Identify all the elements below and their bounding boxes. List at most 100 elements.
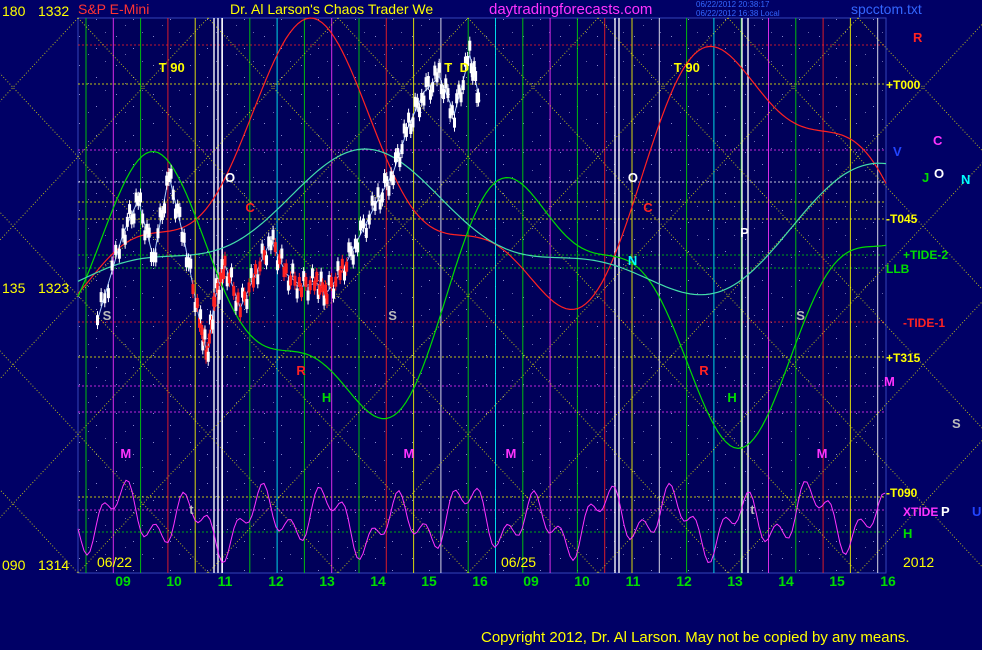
- margin-letter: V: [893, 144, 902, 159]
- margin-letter: N: [961, 172, 970, 187]
- price-bar-body: [385, 176, 389, 187]
- price-bar-body: [295, 288, 299, 299]
- marker-letter: T 90: [159, 60, 185, 75]
- price-bar-body: [411, 117, 415, 128]
- chaos-trader-chart: T 90 T 90T DO OC CR RH HS S SM M M MNPt t 09 10 11 12 13…: [0, 0, 982, 650]
- price-bar-body: [407, 112, 411, 123]
- price-bar-body: [361, 218, 365, 229]
- price-bar-body: [110, 260, 114, 271]
- margin-letter: H: [903, 526, 912, 541]
- price-bar-body: [156, 228, 160, 239]
- x-tick-label: 15: [829, 573, 845, 589]
- price-bar-body: [291, 263, 295, 274]
- bottom-y-label: 090: [2, 557, 26, 573]
- marker-letter: T: [444, 60, 452, 75]
- price-bar-body: [345, 261, 349, 272]
- price-bar-body: [195, 297, 199, 308]
- price-bar-body: [387, 185, 391, 196]
- margin-letter: J: [922, 170, 929, 185]
- price-bar-body: [189, 258, 193, 269]
- margin-letter: U: [972, 504, 981, 519]
- price-bar-body: [103, 293, 107, 304]
- date-right: 06/25: [501, 554, 536, 570]
- price-bar-body: [125, 216, 129, 227]
- price-bar-body: [147, 227, 151, 238]
- marker-letter: M: [506, 446, 517, 461]
- x-tick-label: 10: [166, 573, 182, 589]
- marker-letter: H: [727, 390, 736, 405]
- price-bar-body: [178, 206, 182, 217]
- price-bar-body: [297, 276, 301, 287]
- price-bar-body: [256, 274, 260, 285]
- plot-stars: [78, 18, 886, 573]
- price-bar-body: [334, 276, 338, 287]
- price-bar-body: [364, 227, 368, 238]
- marker-letter: R: [296, 363, 306, 378]
- marker-letter: C: [245, 200, 255, 215]
- chart-title: Dr. Al Larson's Chaos Trader We: [230, 1, 434, 17]
- price-bar-body: [251, 277, 255, 288]
- line-label: -T090: [886, 486, 918, 500]
- mid-y-label: 135: [2, 280, 26, 296]
- price-bar-body: [373, 200, 377, 211]
- price-bar-body: [367, 214, 371, 225]
- price-bar-body: [171, 189, 175, 200]
- price-bar-body: [271, 229, 275, 240]
- marker-letter: M: [404, 446, 415, 461]
- price-bar-body: [313, 280, 317, 291]
- price-bar-body: [468, 40, 472, 51]
- data-file-label: spcctom.txt: [851, 1, 922, 17]
- price-bar-body: [318, 284, 322, 295]
- left-y-label: 180: [2, 3, 26, 19]
- price-bar-body: [329, 276, 333, 287]
- price-bar-body: [106, 288, 110, 299]
- line-label: -TIDE-1: [903, 316, 945, 330]
- price-bar-body: [280, 248, 284, 259]
- price-bar-body: [284, 263, 288, 274]
- price-bar-body: [442, 89, 446, 100]
- marker-letter: P: [740, 225, 749, 240]
- marker-letter: D: [460, 60, 469, 75]
- site-link[interactable]: daytradingforecasts.com: [489, 1, 652, 18]
- line-label: XTIDE: [903, 505, 938, 519]
- x-tick-label: 11: [626, 573, 641, 589]
- price-bar-body: [128, 204, 132, 215]
- price-bar-body: [391, 175, 395, 186]
- instrument-label: S&P E-Mini: [78, 1, 150, 17]
- price-bar-body: [426, 76, 430, 87]
- price-bar-body: [254, 264, 258, 275]
- x-tick-label: 12: [268, 573, 284, 589]
- line-label: -T045: [886, 212, 918, 226]
- price-bar-body: [437, 62, 441, 73]
- x-tick-label: 16: [880, 573, 896, 589]
- copyright-notice: Copyright 2012, Dr. Al Larson. May not b…: [481, 629, 910, 646]
- price-bar-body: [474, 71, 478, 82]
- x-tick-label: 11: [218, 573, 233, 589]
- price-bar-body: [340, 258, 344, 269]
- price-bar-body: [141, 213, 145, 224]
- marker-letter: S: [796, 308, 805, 323]
- bottom-price-label: 1314: [38, 557, 69, 573]
- marker-letter: T 90: [674, 60, 700, 75]
- marker-letter: t: [750, 502, 755, 517]
- price-bar-body: [477, 92, 481, 103]
- x-tick-label: 09: [115, 573, 131, 589]
- price-bar-body: [269, 240, 273, 251]
- price-bar-body: [182, 232, 186, 243]
- marker-letter: M: [120, 446, 131, 461]
- price-bar-body: [154, 252, 158, 263]
- left-price-label: 1332: [38, 3, 69, 19]
- price-bar-body: [415, 97, 419, 108]
- x-tick-label: 09: [523, 573, 539, 589]
- marker-letter: S: [388, 308, 397, 323]
- price-bar-body: [338, 270, 342, 281]
- price-bar-body: [213, 297, 217, 308]
- line-label: +T000: [886, 78, 921, 92]
- price-bar-body: [435, 72, 439, 83]
- price-bar-body: [191, 284, 195, 295]
- marker-letter: C: [643, 200, 653, 215]
- price-bar-body: [163, 203, 167, 214]
- marker-letter: N: [628, 253, 637, 268]
- price-bar-body: [207, 333, 211, 344]
- price-bar-body: [422, 95, 426, 106]
